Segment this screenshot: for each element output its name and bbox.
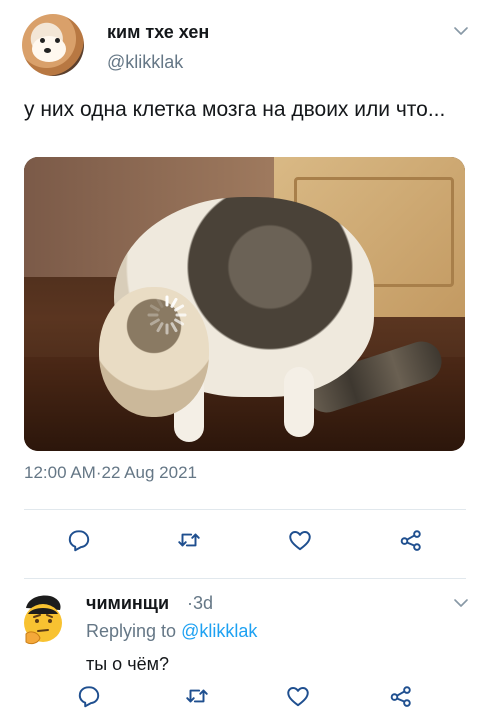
tweet-text: у них одна клетка мозга на двоих или что…: [24, 98, 446, 121]
reply-actions: [0, 683, 490, 713]
display-name[interactable]: ким тхе хен: [107, 22, 209, 43]
heart-icon[interactable]: [285, 683, 311, 709]
cat-leg: [284, 367, 314, 437]
chevron-down-icon[interactable]: [452, 22, 470, 40]
retweet-icon[interactable]: [176, 527, 202, 553]
replying-to-label: Replying to: [86, 621, 182, 641]
tweet-actions: [0, 527, 490, 557]
reply-icon[interactable]: [66, 527, 92, 553]
share-icon[interactable]: [398, 527, 424, 553]
divider: [24, 578, 466, 579]
share-icon[interactable]: [388, 683, 414, 709]
avatar-nose: [44, 48, 51, 53]
reply-display-name[interactable]: чиминщи: [86, 593, 169, 614]
retweet-icon[interactable]: [184, 683, 210, 709]
divider: [24, 509, 466, 510]
replying-to: Replying to @klikklak: [86, 621, 257, 642]
user-handle[interactable]: @klikklak: [107, 52, 183, 73]
reply-time[interactable]: ·3d: [187, 593, 213, 614]
avatar-eye: [40, 38, 45, 43]
heart-icon[interactable]: [287, 527, 313, 553]
tweet-media-image[interactable]: [24, 157, 465, 451]
spinner-icon: [146, 294, 188, 336]
avatar-eye: [55, 38, 60, 43]
replying-to-handle[interactable]: @klikklak: [181, 621, 257, 641]
chevron-down-icon[interactable]: [452, 594, 470, 612]
avatar[interactable]: [20, 592, 66, 648]
avatar[interactable]: [22, 14, 84, 76]
tweet-timestamp[interactable]: 12:00 AM·22 Aug 2021: [24, 463, 197, 483]
reply-text: ты о чём?: [86, 654, 169, 674]
reply-icon[interactable]: [76, 683, 102, 709]
